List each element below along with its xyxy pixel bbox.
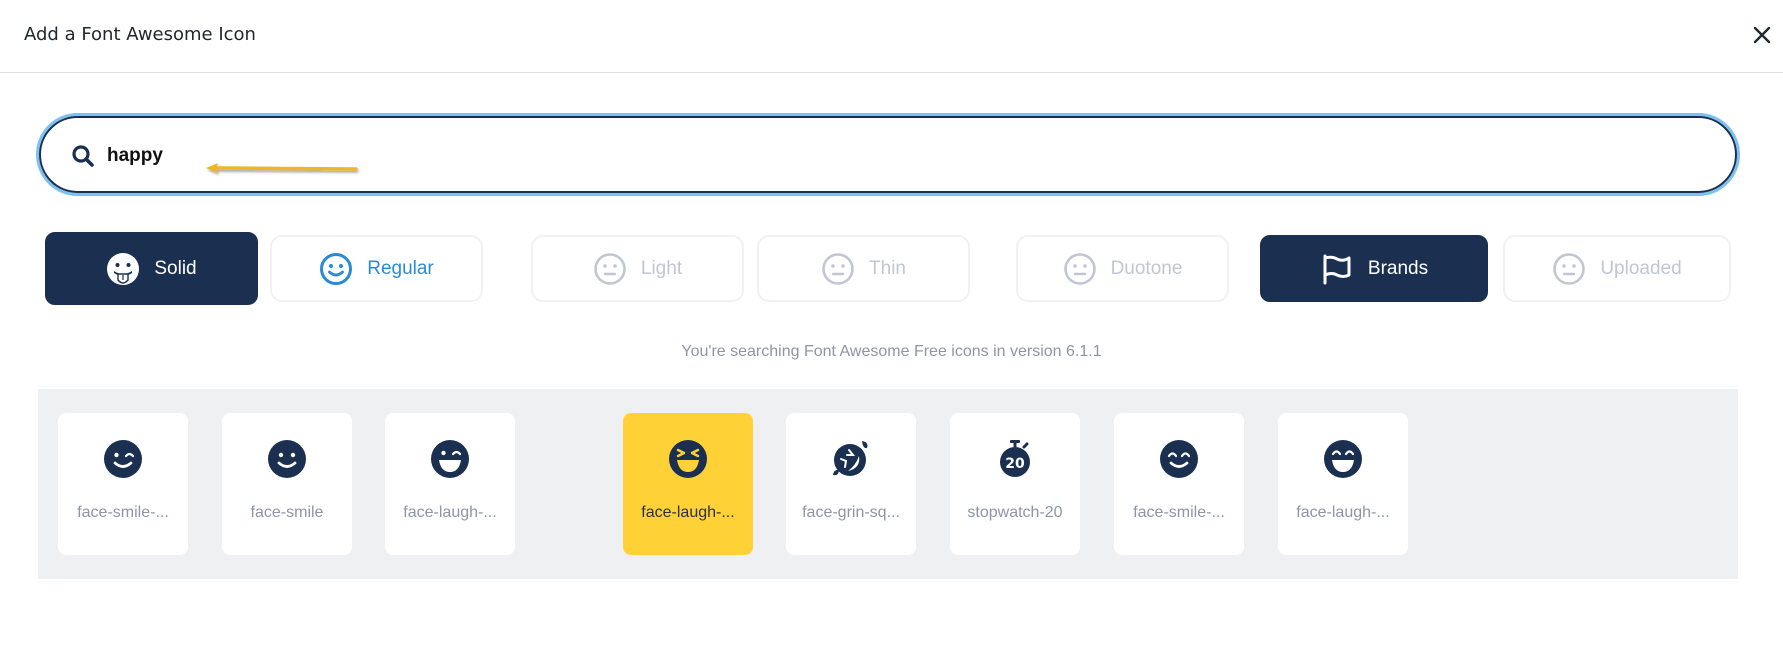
face-laugh-squint-icon (669, 440, 707, 478)
icon-result-card[interactable]: face-grin-sq... (786, 413, 916, 555)
icon-result-card[interactable]: face-laugh-... (385, 413, 515, 555)
icon-result-label: stopwatch-20 (967, 504, 1063, 521)
icon-result-label: face-grin-sq... (802, 504, 900, 521)
face-meh-icon (1063, 252, 1096, 285)
annotation-arrow-icon (206, 163, 358, 173)
face-laugh-beam-icon (1324, 440, 1362, 478)
svg-text:20: 20 (1005, 456, 1025, 472)
icon-result-label: face-laugh-... (403, 504, 497, 521)
style-label: Uploaded (1600, 257, 1682, 279)
icon-result-label: face-smile-... (1133, 504, 1225, 521)
style-button-thin[interactable]: Thin (757, 235, 970, 302)
face-meh-icon (594, 252, 626, 285)
close-icon (1753, 26, 1771, 44)
icon-result-card[interactable]: face-smile-... (1114, 413, 1244, 555)
style-button-regular[interactable]: Regular (270, 235, 483, 302)
icon-results-grid: face-smile-... face-smile face-laugh-...… (38, 389, 1738, 579)
style-button-uploaded[interactable]: Uploaded (1503, 235, 1731, 302)
icon-result-label: face-smile-... (77, 504, 169, 521)
style-label: Light (640, 257, 683, 279)
flag-icon (1323, 254, 1351, 284)
face-meh-icon (822, 252, 854, 285)
style-button-duotone[interactable]: Duotone (1016, 235, 1229, 302)
face-grin-squint-tears-icon (833, 441, 868, 476)
icon-result-label: face-smile (250, 504, 324, 521)
style-label: Brands (1367, 257, 1429, 279)
search-icon (72, 145, 94, 167)
style-button-light[interactable]: Light (531, 235, 744, 302)
style-button-brands[interactable]: Brands (1260, 235, 1488, 302)
icon-result-label: face-laugh-... (641, 504, 735, 521)
face-grin-tongue-icon (107, 252, 140, 285)
style-label: Solid (154, 257, 197, 279)
stopwatch-20-icon: 20 (1000, 440, 1030, 477)
icon-result-card[interactable]: face-laugh-... (1278, 413, 1408, 555)
dialog-title: Add a Font Awesome Icon (24, 24, 256, 45)
icon-result-card[interactable]: face-smile-... (58, 413, 188, 555)
icon-style-filters: Solid Regular Light Thin Duotone Brands … (0, 232, 1783, 306)
style-label: Duotone (1110, 257, 1183, 279)
style-label: Thin (869, 257, 906, 279)
face-smile-wink-icon (104, 440, 142, 478)
search-field[interactable] (36, 113, 1740, 196)
icon-result-label: face-laugh-... (1296, 504, 1390, 521)
search-hint: You're searching Font Awesome Free icons… (681, 343, 1102, 360)
close-button[interactable] (1750, 23, 1774, 47)
face-laugh-wink-icon (431, 440, 469, 478)
style-label: Regular (367, 257, 434, 279)
face-smile-beam-icon (1160, 440, 1198, 478)
icon-result-card-selected[interactable]: face-laugh-... (623, 413, 753, 555)
style-button-solid[interactable]: Solid (45, 232, 258, 305)
face-meh-icon (1553, 252, 1586, 285)
face-smile-icon (320, 252, 353, 285)
icon-result-card[interactable]: 20 stopwatch-20 (950, 413, 1080, 555)
icon-result-card[interactable]: face-smile (222, 413, 352, 555)
face-smile-icon (268, 440, 306, 478)
dialog-header: Add a Font Awesome Icon (0, 0, 1783, 73)
